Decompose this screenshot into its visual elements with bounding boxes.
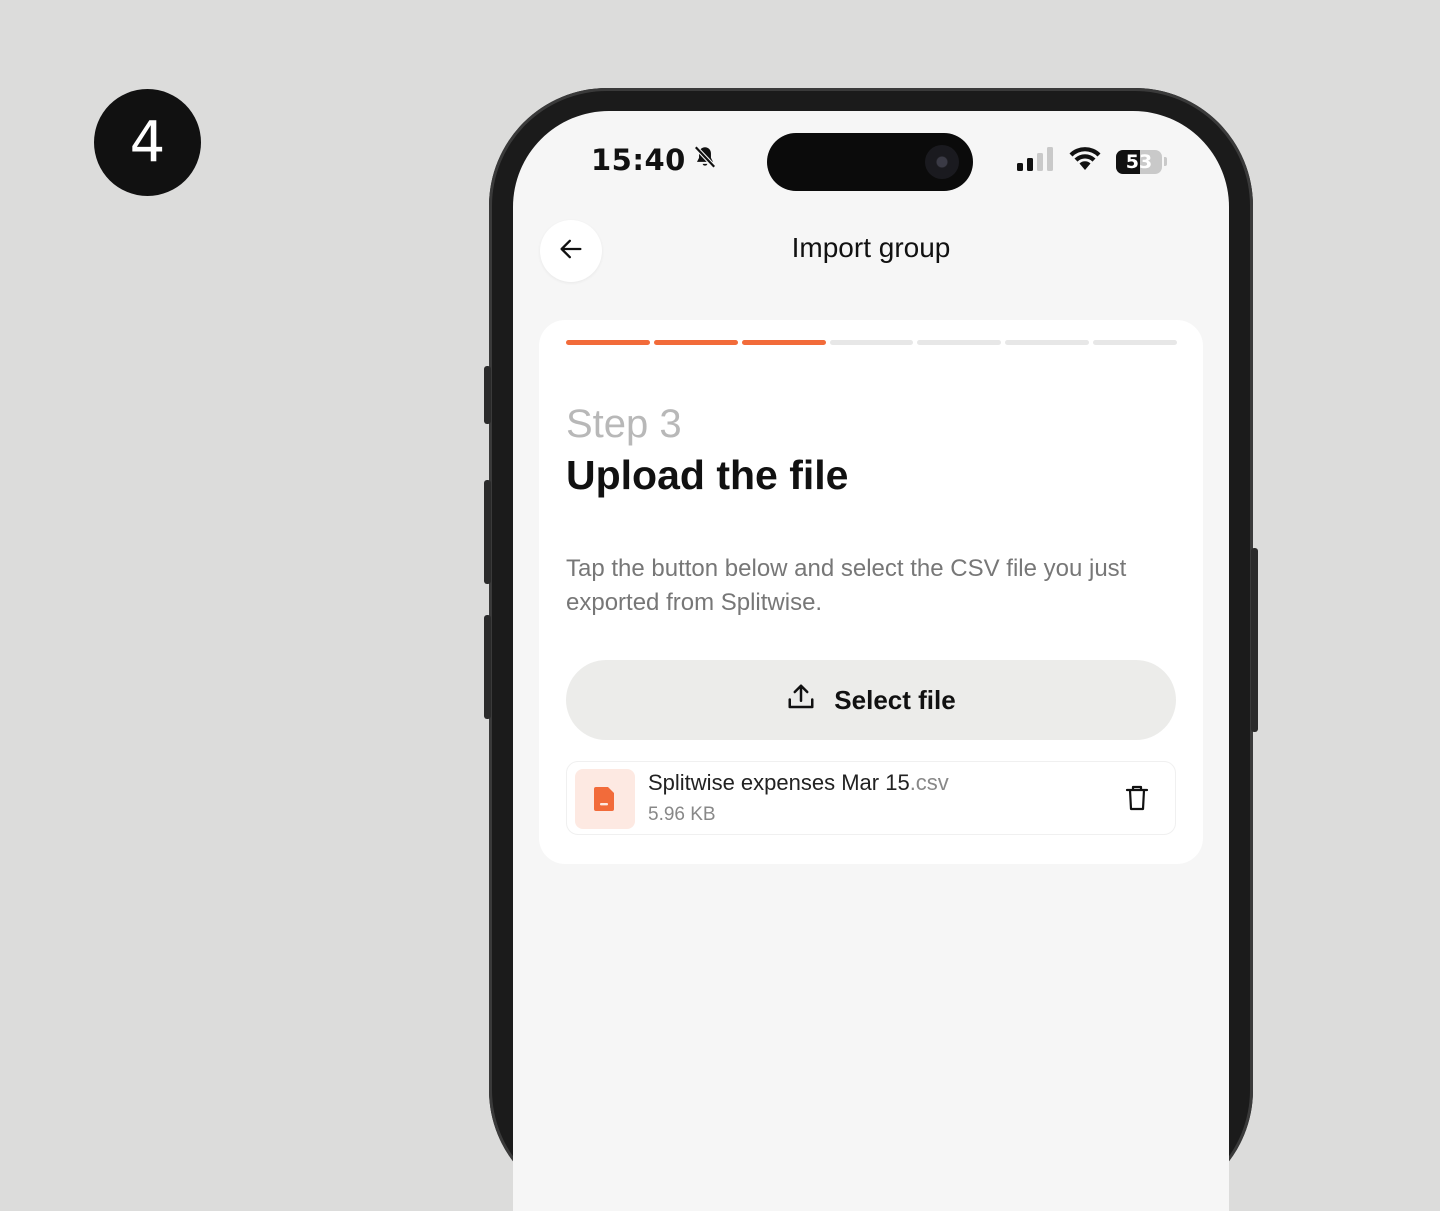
- step-progress-bar: [566, 340, 1178, 346]
- file-name: Splitwise expenses Mar 15.csv: [648, 770, 949, 796]
- battery-percent: 53: [1125, 150, 1153, 173]
- select-file-button[interactable]: Select file: [566, 660, 1176, 740]
- uploaded-file-row: Splitwise expenses Mar 15.csv 5.96 KB: [566, 761, 1176, 835]
- battery-icon: 53: [1116, 149, 1162, 174]
- progress-segment: [741, 340, 826, 345]
- trash-icon: [1125, 785, 1149, 816]
- progress-segment: [1093, 340, 1178, 345]
- step-label: Step 3: [566, 402, 682, 446]
- file-extension: .csv: [909, 770, 949, 795]
- progress-segment: [566, 340, 650, 345]
- front-camera: [925, 145, 959, 179]
- progress-segment: [653, 340, 738, 345]
- progress-segment: [1005, 340, 1090, 345]
- step-description: Tap the button below and select the CSV …: [566, 555, 1127, 616]
- volume-down-button: [484, 615, 491, 719]
- file-name-base: Splitwise expenses Mar 15: [648, 770, 910, 795]
- progress-segment: [829, 340, 914, 345]
- delete-file-button[interactable]: [1125, 784, 1149, 812]
- clock: 15:40: [591, 143, 686, 177]
- bell-slash-icon: [692, 143, 718, 177]
- cellular-signal-icon: [1016, 147, 1054, 176]
- select-file-label: Select file: [834, 684, 956, 715]
- progress-segment: [917, 340, 1002, 345]
- step-number-badge: 4: [94, 89, 201, 196]
- power-button: [1251, 548, 1258, 732]
- step-title: Upload the file: [566, 452, 849, 498]
- page-title: Import group: [791, 232, 951, 263]
- upload-icon: [786, 682, 816, 719]
- status-icons: 53: [1016, 146, 1167, 177]
- action-button: [484, 366, 491, 424]
- battery-tip: [1164, 157, 1167, 166]
- dynamic-island: [767, 133, 973, 191]
- wifi-icon: [1068, 146, 1102, 177]
- volume-up-button: [484, 480, 491, 584]
- import-step-card: Step 3 Upload the file Tap the button be…: [539, 320, 1203, 864]
- status-time: 15:40: [591, 143, 718, 177]
- file-size: 5.96 KB: [648, 804, 716, 825]
- phone-screen: 15:40 53 Import group Step 3 Upload the …: [513, 111, 1229, 1211]
- file-icon: [575, 769, 635, 829]
